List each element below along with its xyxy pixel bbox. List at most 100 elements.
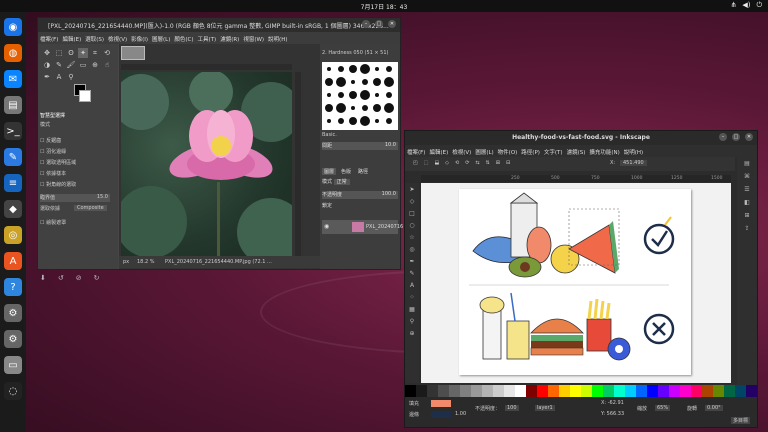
circle-tool-icon[interactable]: ○ <box>407 221 417 231</box>
layers-icon[interactable]: ☰ <box>742 186 752 196</box>
pen-icon[interactable]: ✒ <box>407 257 417 267</box>
draw-mask-label[interactable]: ☐ 繪製遮罩 <box>40 219 66 226</box>
select-by-dropdown[interactable]: Composite <box>74 205 107 211</box>
palette-swatch[interactable] <box>669 385 680 397</box>
visibility-eye-icon[interactable]: ◉ <box>324 223 329 230</box>
palette-swatch[interactable] <box>625 385 636 397</box>
layer-dropdown[interactable]: layer1 <box>535 405 555 411</box>
align-icon[interactable]: ⊞ <box>742 212 752 222</box>
brush-grid[interactable] <box>322 62 398 130</box>
spray-icon[interactable]: ⁘ <box>407 293 417 303</box>
brush-sample[interactable] <box>349 91 357 99</box>
gimp-titlebar[interactable]: [PXL_20240716_221654440.MP](匯入)-1.0 (RGB… <box>38 18 400 32</box>
warp-icon[interactable]: ◑ <box>42 60 52 70</box>
ink-menu-item[interactable]: 檢視(V) <box>450 145 473 157</box>
crop-icon[interactable]: ⌗ <box>90 48 100 58</box>
brush-sample[interactable] <box>386 118 392 124</box>
zoom-icon[interactable]: ⊕ <box>407 329 417 339</box>
brush-sample[interactable] <box>349 65 357 73</box>
layers-tab[interactable]: 路徑 <box>356 168 370 175</box>
threshold-slider[interactable]: 臨界值 15.0 <box>40 194 110 202</box>
gradient-icon[interactable]: ▦ <box>407 305 417 315</box>
x-input[interactable]: 451.490 <box>620 160 647 166</box>
brush-sample[interactable] <box>386 92 392 98</box>
star-tool-icon[interactable]: ☆ <box>407 233 417 243</box>
dock-inkscape-icon[interactable]: ◆ <box>4 200 22 218</box>
rect-tool-icon[interactable]: □ <box>407 209 417 219</box>
gimp-menu-item[interactable]: 濾鏡(R) <box>218 32 241 44</box>
palette-swatch[interactable] <box>680 385 691 397</box>
dock-files-icon[interactable]: ▤ <box>4 96 22 114</box>
selector-icon[interactable]: ➤ <box>407 185 417 195</box>
ink-menu-item[interactable]: 文字(T) <box>542 145 565 157</box>
paint-icon[interactable]: ✎ <box>54 60 64 70</box>
layers-tab[interactable]: 圖層 <box>322 168 337 175</box>
gimp-menu-item[interactable]: 顏色(C) <box>172 32 195 44</box>
xml-editor-icon[interactable]: ⌘ <box>742 173 752 183</box>
brush-sample[interactable] <box>362 79 368 85</box>
pencil-icon[interactable]: ✎ <box>407 269 417 279</box>
opacity-input[interactable]: 100 <box>505 405 519 411</box>
lasso-icon[interactable]: ʘ <box>66 48 76 58</box>
ink-menu-item[interactable]: 擴充功能(N) <box>587 145 621 157</box>
node-icon[interactable]: ◇ <box>407 197 417 207</box>
palette-swatch[interactable] <box>691 385 702 397</box>
ink-menu-item[interactable]: 編輯(E) <box>427 145 450 157</box>
palette-swatch[interactable] <box>526 385 537 397</box>
save-preset-icon[interactable]: ⬇ <box>40 274 46 282</box>
dock-firefox-icon[interactable]: ◍ <box>4 44 22 62</box>
delete-icon[interactable]: ⊘ <box>76 274 82 282</box>
brush-preset[interactable]: Basic. <box>322 132 337 138</box>
tool-option-checkbox[interactable]: ☐ 依據樣本 <box>40 170 66 177</box>
palette-swatch[interactable] <box>636 385 647 397</box>
brush-sample[interactable] <box>336 77 346 87</box>
svg-page[interactable] <box>459 189 691 375</box>
ink-menu-item[interactable]: 圖層(L) <box>473 145 495 157</box>
vertical-scrollbar[interactable] <box>295 72 301 258</box>
brush-sample[interactable] <box>360 116 370 126</box>
palette-swatch[interactable] <box>592 385 603 397</box>
palette-swatch[interactable] <box>482 385 493 397</box>
command-icons[interactable]: ◰⬚⬓◇⟲⟳⇆⇅⊞⊟ <box>413 160 516 166</box>
palette-swatch[interactable] <box>460 385 471 397</box>
dock-writer-icon[interactable]: ≡ <box>4 174 22 192</box>
inkscape-window[interactable]: Healthy-food-vs-fast-food.svg - Inkscape… <box>404 130 758 428</box>
clock[interactable]: 7月17日 18：43 <box>0 2 768 11</box>
palette-swatch[interactable] <box>438 385 449 397</box>
brush-sample[interactable] <box>351 80 355 84</box>
export-icon[interactable]: ⇪ <box>742 225 752 235</box>
dock-chromium-icon[interactable]: ◉ <box>4 18 22 36</box>
palette-swatch[interactable] <box>614 385 625 397</box>
zoom-dropdown[interactable]: 18.2 % <box>137 259 154 265</box>
restore-icon[interactable]: ↺ <box>58 274 64 282</box>
text-tool-icon[interactable]: A <box>407 281 417 291</box>
maximize-icon[interactable]: □ <box>732 133 740 141</box>
maximize-icon[interactable]: □ <box>375 20 383 28</box>
palette-swatch[interactable] <box>603 385 614 397</box>
brush-sample[interactable] <box>327 93 331 97</box>
dock-settings-icon[interactable]: ⚙ <box>4 304 22 322</box>
brush-sample[interactable] <box>384 77 394 87</box>
dock-terminal-icon[interactable]: >_ <box>4 122 22 140</box>
layer-mode-dropdown[interactable]: 正常 <box>333 179 350 185</box>
brush-sample[interactable] <box>351 106 355 110</box>
power-icon[interactable]: ⏻ <box>756 1 762 10</box>
brush-sample[interactable] <box>325 78 333 86</box>
spacing-slider[interactable]: 間距 10.0 <box>322 142 398 150</box>
path-icon[interactable]: ✒ <box>42 72 52 82</box>
smudge-icon[interactable]: ☝ <box>102 60 112 70</box>
rotate-input[interactable]: 0.00° <box>705 405 723 411</box>
ink-menu-item[interactable]: 說明(H) <box>622 145 645 157</box>
doc-props-icon[interactable]: ▤ <box>742 160 752 170</box>
palette-swatch[interactable] <box>537 385 548 397</box>
reset-icon[interactable]: ↻ <box>94 274 100 282</box>
palette-swatch[interactable] <box>713 385 724 397</box>
gimp-window[interactable]: [PXL_20240716_221654440.MP](匯入)-1.0 (RGB… <box>37 17 403 282</box>
minimize-icon[interactable]: – <box>362 20 370 28</box>
dock-disk-icon[interactable]: ▭ <box>4 356 22 374</box>
gimp-menu-item[interactable]: 影像(I) <box>129 32 150 44</box>
minimize-icon[interactable]: – <box>719 133 727 141</box>
gimp-menu-item[interactable]: 檔案(F) <box>38 32 60 44</box>
volume-icon[interactable]: ◀) <box>742 1 750 10</box>
gimp-menu-item[interactable]: 說明(H) <box>266 32 289 44</box>
